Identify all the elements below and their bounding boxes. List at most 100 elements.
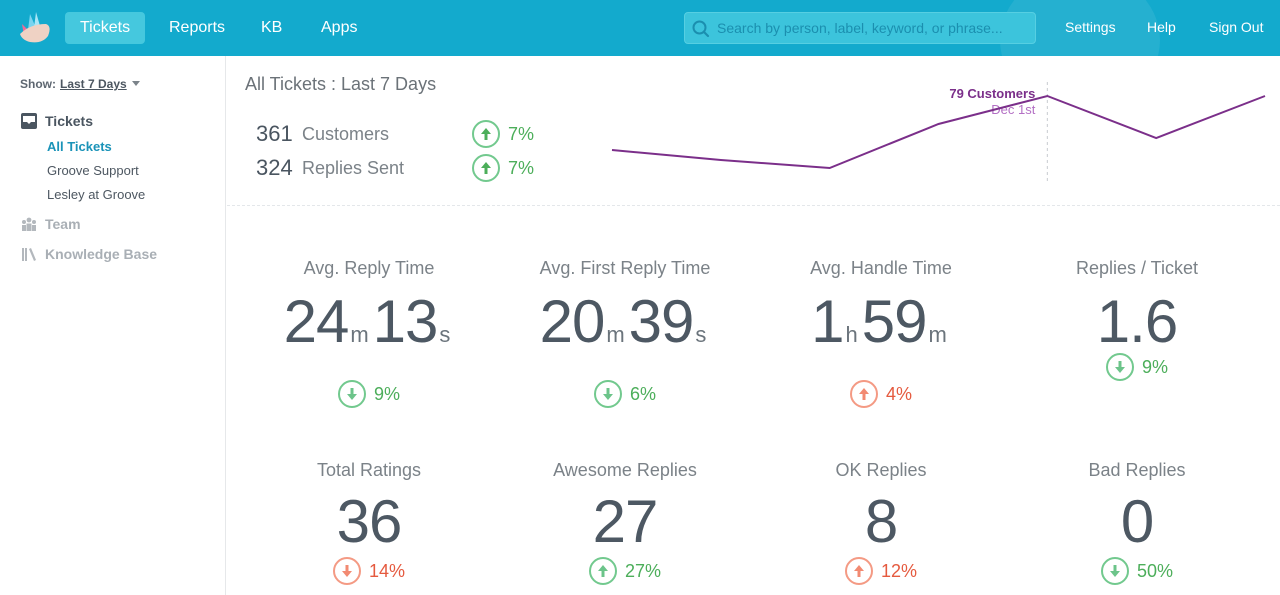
caret-down-icon[interactable] [131,81,140,86]
arrow-up-icon [472,154,500,182]
stat-card-avg-first-reply-time: Avg. First Reply Time 20m39s 6% [497,258,753,408]
sidebar: Show: Last 7 Days Tickets All Tickets Gro… [0,56,226,595]
arrow-up-icon [844,557,873,585]
change-percent: 50% [1136,560,1174,581]
arrow-down-icon [332,557,361,585]
stat-title: OK Replies [835,460,927,480]
summary-label: Customers [302,123,390,144]
stat-card-bad-replies: Bad Replies 0 50% [1009,460,1265,585]
change-percent: 7% [508,157,535,178]
data-point[interactable] [715,154,727,166]
change-indicator: 7% [472,120,534,148]
date-range-dropdown[interactable]: Last 7 Days [60,77,127,91]
stat-unit: h [845,322,858,347]
sidebar-item-lesley-at-groove[interactable]: Lesley at Groove [47,187,145,202]
section-divider [227,205,1280,206]
stat-value: 0 [1009,487,1265,557]
search-input[interactable] [717,13,1027,43]
summary-replies-sent: 324 Replies Sent 7% [256,154,534,182]
change-indicator: 27% [588,557,661,585]
stat-number: 39 [628,288,695,355]
stat-number: 20 [539,288,606,355]
groove-logo-icon[interactable] [16,10,52,44]
nav-tab-apps[interactable]: Apps [306,12,372,44]
nav-tab-tickets[interactable]: Tickets [65,12,146,44]
stat-unit: m [928,322,947,347]
change-indicator: 9% [337,380,400,408]
date-range-filter[interactable]: Show: Last 7 Days [20,77,140,91]
data-point[interactable] [933,118,945,130]
stat-value: 1h59m [753,287,1009,370]
stat-value: 20m39s [497,287,753,370]
tooltip-value: 79 Customers [949,86,1035,101]
stat-card-replies-ticket: Replies / Ticket 1.6 9% [1009,258,1265,381]
stat-number: 1.6 [1096,288,1178,355]
arrow-up-icon [588,557,617,585]
customers-line-chart[interactable]: 79 Customers Dec 1st [607,74,1267,194]
stat-number: 59 [861,288,928,355]
stat-number: 27 [592,488,659,555]
help-link[interactable]: Help [1147,19,1176,35]
settings-link[interactable]: Settings [1065,19,1116,35]
stat-number: 0 [1120,488,1154,555]
top-navigation-bar: Tickets Reports KB Apps Settings Help Si… [0,0,1280,56]
change-percent: 4% [885,383,912,404]
stat-title: Avg. Handle Time [810,258,952,278]
stat-number: 1 [811,288,844,355]
change-indicator: 9% [1105,353,1168,381]
data-point[interactable] [1041,90,1053,102]
series-line-customers [611,94,1266,170]
data-point[interactable] [607,144,618,156]
stat-value: 24m13s [241,287,497,370]
show-label: Show: [20,77,56,91]
page-title: All Tickets : Last 7 Days [245,74,437,94]
stat-value: 36 [241,487,497,557]
nav-tab-reports[interactable]: Reports [154,12,240,44]
sidebar-section-label: Team [45,216,81,232]
search-box[interactable] [684,12,1036,44]
sign-out-link[interactable]: Sign Out [1209,19,1263,35]
summary-label: Replies Sent [302,157,405,178]
stat-value: 27 [497,487,753,557]
data-point[interactable] [824,162,836,174]
team-icon [22,217,36,231]
sidebar-section-team[interactable]: Team [20,216,81,232]
change-indicator: 12% [844,557,918,585]
sidebar-section-label: Tickets [45,113,93,129]
stat-unit: m [350,322,369,347]
reports-main: All Tickets : Last 7 Days 361 Customers … [227,56,1280,595]
stat-number: 24 [283,288,350,355]
arrow-down-icon [337,380,366,408]
change-percent: 7% [508,123,535,144]
books-icon [22,248,36,261]
stat-title: Avg. Reply Time [303,258,435,278]
change-percent: 9% [373,383,400,404]
arrow-up-icon [472,120,500,148]
stat-title: Total Ratings [316,460,422,480]
stat-card-total-ratings: Total Ratings 36 14% [241,460,497,585]
nav-tab-kb[interactable]: KB [246,12,297,44]
stat-title: Awesome Replies [553,460,697,480]
change-indicator: 4% [849,380,912,408]
stat-unit: s [439,322,451,347]
change-percent: 12% [880,560,918,581]
stat-title: Bad Replies [1088,460,1186,480]
change-indicator: 6% [593,380,656,408]
stat-title: Avg. First Reply Time [539,258,711,278]
stat-card-avg-reply-time: Avg. Reply Time 24m13s 9% [241,258,497,408]
change-indicator: 50% [1100,557,1174,585]
sidebar-section-tickets[interactable]: Tickets [20,113,93,129]
change-percent: 6% [629,383,656,404]
change-indicator: 14% [332,557,406,585]
stat-card-avg-handle-time: Avg. Handle Time 1h59m 4% [753,258,1009,408]
sidebar-item-groove-support[interactable]: Groove Support [47,163,139,178]
stat-card-awesome-replies: Awesome Replies 27 27% [497,460,753,585]
sidebar-section-knowledge-base[interactable]: Knowledge Base [20,246,157,262]
data-point[interactable] [1259,90,1267,102]
summary-value: 361 [256,121,293,146]
stat-unit: m [606,322,625,347]
sidebar-item-all-tickets[interactable]: All Tickets [47,139,112,154]
change-percent: 14% [368,560,406,581]
change-percent: 9% [1141,356,1168,377]
data-point[interactable] [1150,132,1162,144]
